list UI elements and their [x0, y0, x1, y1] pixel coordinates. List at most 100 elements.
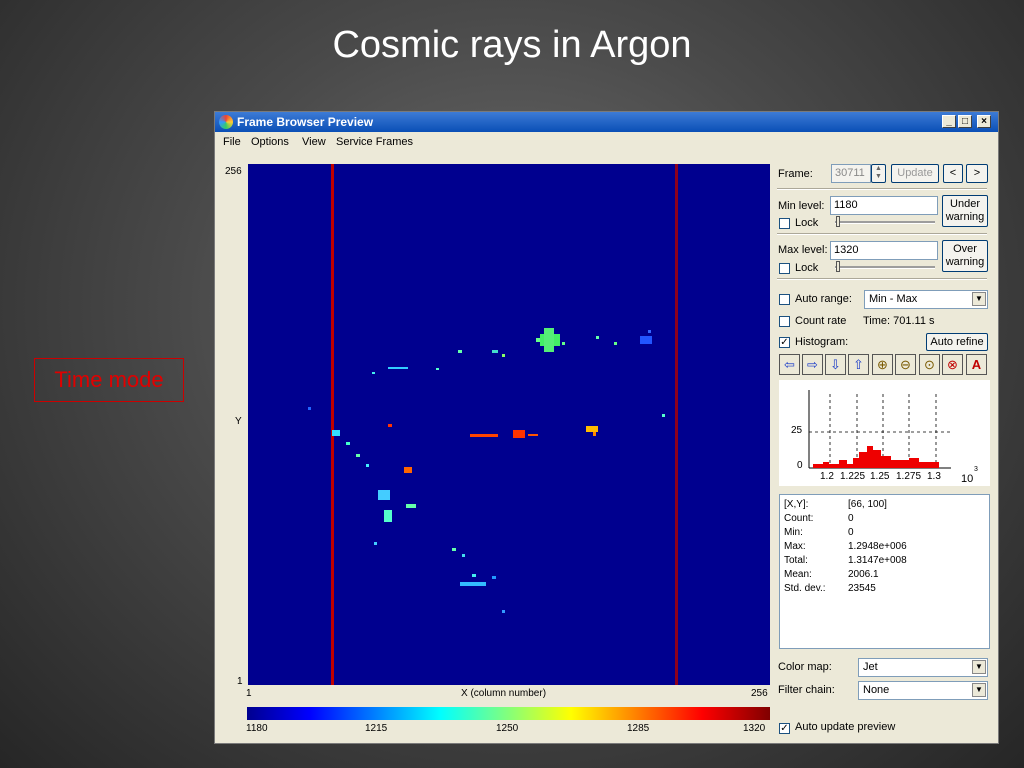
window-title: Frame Browser Preview — [237, 115, 374, 129]
menu-file[interactable]: File — [223, 132, 241, 152]
event-pixels — [308, 328, 665, 613]
menu-view[interactable]: View — [302, 132, 326, 152]
count-rate-checkbox[interactable] — [779, 316, 790, 327]
next-frame-button[interactable]: > — [966, 164, 988, 183]
stat-key: Max: — [784, 541, 806, 552]
arrow-up-icon[interactable]: ⇧ — [848, 354, 869, 375]
zoom-in-icon[interactable]: ⊕ — [872, 354, 893, 375]
over-warning-button[interactable]: Over warning — [942, 240, 988, 272]
hot-column-lines — [331, 164, 678, 685]
auto-update-label: Auto update preview — [795, 721, 896, 733]
max-level-label: Max level: — [778, 244, 828, 256]
chevron-down-icon[interactable]: ▼ — [972, 683, 986, 697]
auto-update-checkbox[interactable]: ✓ — [779, 723, 790, 734]
histogram-x-tick: 1.25 — [870, 471, 890, 482]
divider — [777, 278, 987, 280]
menu-options[interactable]: Options — [251, 132, 289, 152]
auto-scale-icon[interactable]: A — [966, 354, 987, 375]
frame-image-svg — [308, 164, 678, 685]
under-warning-text-2: warning — [945, 211, 985, 223]
histogram-y-tick: 25 — [791, 425, 803, 436]
frame-image[interactable] — [248, 164, 770, 685]
y-axis-max: 256 — [225, 166, 242, 177]
x-axis-max: 256 — [751, 688, 768, 699]
histogram-x-exponent: 3 — [974, 466, 978, 473]
stat-value: 1.2948e+006 — [848, 541, 907, 552]
window-titlebar[interactable]: Frame Browser Preview _ □ × — [215, 112, 998, 132]
min-level-slider[interactable] — [835, 221, 935, 224]
histogram-toolbar: ⇦ ⇨ ⇩ ⇧ ⊕ ⊖ ⊙ ⊗ A — [779, 354, 990, 376]
filter-chain-value: None — [863, 684, 890, 696]
histogram-plot[interactable]: 25 0 1.2 1.225 1.25 1.275 1.3 10 3 — [779, 380, 990, 486]
count-rate-label: Count rate — [795, 315, 847, 327]
frame-browser-window: Frame Browser Preview _ □ × File Options… — [214, 111, 999, 744]
max-lock-label: Lock — [795, 262, 819, 274]
histogram-x-multiplier: 10 — [961, 473, 974, 485]
histogram-checkbox[interactable]: ✓ — [779, 337, 790, 348]
histogram-y-tick: 0 — [797, 460, 803, 471]
arrow-down-icon[interactable]: ⇩ — [825, 354, 846, 375]
color-map-select[interactable]: Jet ▼ — [858, 658, 988, 677]
update-button[interactable]: Update — [891, 164, 939, 183]
color-map-value: Jet — [863, 661, 878, 673]
min-lock-checkbox[interactable] — [779, 218, 790, 229]
filter-chain-label: Filter chain: — [778, 684, 835, 696]
color-map-label: Color map: — [778, 661, 832, 673]
over-warning-text-2: warning — [945, 256, 985, 268]
min-level-input[interactable]: 1180 — [830, 196, 938, 215]
chevron-down-icon[interactable]: ▼ — [972, 660, 986, 674]
over-warning-text-1: Over — [953, 243, 977, 255]
zoom-out-icon[interactable]: ⊖ — [895, 354, 916, 375]
x-axis-label: X (column number) — [461, 688, 547, 699]
min-lock-label: Lock — [795, 217, 819, 229]
histogram-x-tick: 1.2 — [820, 471, 834, 482]
menu-service-frames[interactable]: Service Frames — [336, 132, 413, 152]
min-level-slider-thumb[interactable] — [836, 216, 840, 227]
stat-value: 23545 — [848, 583, 876, 594]
auto-range-select[interactable]: Min - Max ▼ — [864, 290, 988, 309]
auto-refine-button[interactable]: Auto refine — [926, 333, 988, 351]
menu-bar: File Options View Service Frames — [215, 132, 998, 152]
maximize-button[interactable]: □ — [958, 115, 972, 128]
statistics-panel: [X,Y]: [66, 100] Count: 0 Min: 0 Max: 1.… — [779, 494, 990, 649]
max-level-slider-thumb[interactable] — [836, 261, 840, 272]
time-mode-label: Time mode — [34, 358, 184, 402]
stat-value: 1.3147e+008 — [848, 555, 907, 566]
frame-spin-buttons[interactable]: ▲ ▼ — [871, 164, 886, 183]
slide-title: Cosmic rays in Argon — [332, 24, 692, 66]
arrow-left-icon[interactable]: ⇦ — [779, 354, 800, 375]
auto-range-value: Min - Max — [869, 293, 918, 305]
min-level-label: Min level: — [778, 200, 825, 212]
arrow-right-icon[interactable]: ⇨ — [802, 354, 823, 375]
zoom-reset-icon[interactable]: ⊗ — [942, 354, 963, 375]
time-readout: Time: 701.11 s — [863, 315, 935, 327]
stat-value: 2006.1 — [848, 569, 879, 580]
stat-key: Total: — [784, 555, 808, 566]
histogram-x-tick: 1.275 — [896, 471, 922, 482]
max-level-input[interactable]: 1320 — [830, 241, 938, 260]
auto-range-checkbox[interactable] — [779, 294, 790, 305]
max-level-slider[interactable] — [835, 266, 935, 269]
colorbar-tick: 1250 — [496, 723, 519, 734]
minimize-button[interactable]: _ — [942, 115, 956, 128]
app-icon — [219, 115, 233, 129]
divider — [777, 233, 987, 235]
prev-frame-button[interactable]: < — [943, 164, 963, 183]
stat-value: [66, 100] — [848, 499, 887, 510]
filter-chain-select[interactable]: None ▼ — [858, 681, 988, 700]
divider — [777, 188, 987, 190]
frame-number-field[interactable]: 30711 — [831, 164, 871, 183]
stat-key: Min: — [784, 527, 803, 538]
colorbar-tick: 1320 — [743, 723, 766, 734]
stat-key: Mean: — [784, 569, 812, 580]
frame-label: Frame: — [778, 168, 813, 180]
colorbar-tick: 1285 — [627, 723, 650, 734]
zoom-fit-icon[interactable]: ⊙ — [919, 354, 940, 375]
x-axis-min: 1 — [246, 688, 252, 699]
max-lock-checkbox[interactable] — [779, 263, 790, 274]
under-warning-button[interactable]: Under warning — [942, 195, 988, 227]
histogram-x-tick: 1.3 — [927, 471, 941, 482]
close-button[interactable]: × — [977, 115, 991, 128]
under-warning-text-1: Under — [950, 198, 980, 210]
chevron-down-icon[interactable]: ▼ — [972, 292, 986, 306]
